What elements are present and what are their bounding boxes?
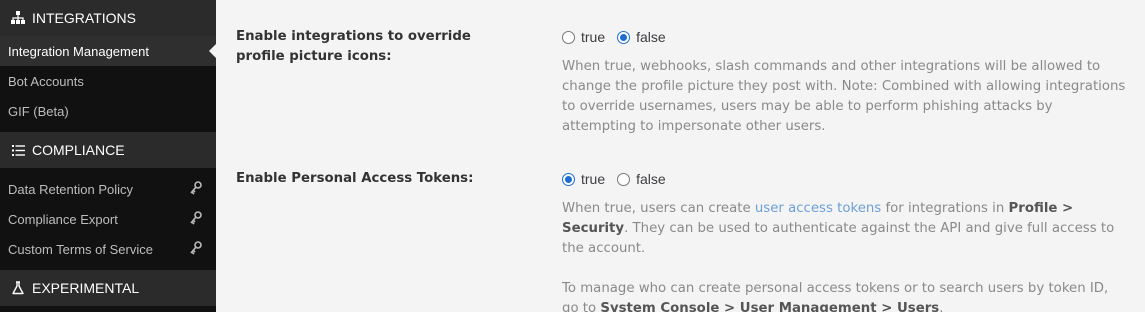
user-access-tokens-link[interactable]: user access tokens <box>755 201 881 216</box>
key-icon <box>190 181 202 195</box>
section-header-compliance: COMPLIANCE <box>0 132 216 168</box>
sidebar-item-label: Bot Accounts <box>8 73 84 89</box>
radio-false[interactable]: false <box>617 171 666 187</box>
help-text: When true, webhooks, slash commands and … <box>562 59 1126 134</box>
radio-group: true false <box>562 27 1127 47</box>
flask-icon <box>10 280 26 296</box>
radio-true[interactable]: true <box>562 171 605 187</box>
section-header-label: EXPERIMENTAL <box>32 280 140 296</box>
radio-button-checked[interactable] <box>562 172 575 186</box>
radio-false[interactable]: false <box>617 29 666 45</box>
radio-button-unchecked[interactable] <box>562 30 575 44</box>
help-text: When true, users can create user access … <box>562 199 1127 259</box>
setting-field: true false When true, webhooks, slash co… <box>562 27 1127 137</box>
help-text-part: When true, users can create <box>562 201 755 216</box>
radio-true[interactable]: true <box>562 29 605 45</box>
radio-button-checked[interactable] <box>617 30 631 44</box>
section-header-integrations: INTEGRATIONS <box>0 0 216 36</box>
help-text-part: . <box>939 301 944 312</box>
setting-label: Enable Personal Access Tokens: <box>236 171 474 186</box>
radio-button-unchecked[interactable] <box>617 172 631 186</box>
sidebar-item-label: Data Retention Policy <box>8 181 134 197</box>
section-header-label: INTEGRATIONS <box>32 10 136 26</box>
sidebar-item-data-retention-policy[interactable]: Data Retention Policy <box>0 174 216 204</box>
help-text-secondary: To manage who can create personal access… <box>562 279 1127 312</box>
sidebar-item-label: Compliance Export <box>8 211 118 227</box>
sidebar-item-label: Integration Management <box>8 43 149 59</box>
sidebar: INTEGRATIONS Integration Management Bot … <box>0 0 216 312</box>
list-icon <box>10 142 26 158</box>
sidebar-item-label: GIF (Beta) <box>8 103 69 119</box>
sidebar-item-bot-accounts[interactable]: Bot Accounts <box>0 66 216 96</box>
sidebar-item-label: Custom Terms of Service <box>8 241 153 257</box>
setting-label: Enable integrations to override profile … <box>236 29 471 64</box>
settings-panel: Enable integrations to override profile … <box>216 0 1145 312</box>
sitemap-icon <box>10 10 26 26</box>
help-text-bold: System Console > User Management > Users <box>600 301 940 312</box>
section-header-experimental: EXPERIMENTAL <box>0 270 216 306</box>
section-header-label: COMPLIANCE <box>32 142 125 158</box>
sidebar-item-compliance-export[interactable]: Compliance Export <box>0 204 216 234</box>
setting-field: true false When true, users can create u… <box>562 169 1127 312</box>
radio-label: true <box>581 29 606 45</box>
radio-label: false <box>636 29 666 45</box>
sidebar-item-custom-terms-of-service[interactable]: Custom Terms of Service <box>0 234 216 264</box>
key-icon <box>190 211 202 225</box>
radio-group: true false <box>562 169 1127 189</box>
sidebar-item-integration-management[interactable]: Integration Management <box>0 36 216 66</box>
key-icon <box>190 241 202 255</box>
sidebar-item-gif[interactable]: GIF (Beta) <box>0 96 216 126</box>
help-text-part: for integrations in <box>881 201 1009 216</box>
help-text-part: . They can be used to authenticate again… <box>562 221 1115 256</box>
radio-label: false <box>636 171 666 187</box>
radio-label: true <box>581 171 606 187</box>
